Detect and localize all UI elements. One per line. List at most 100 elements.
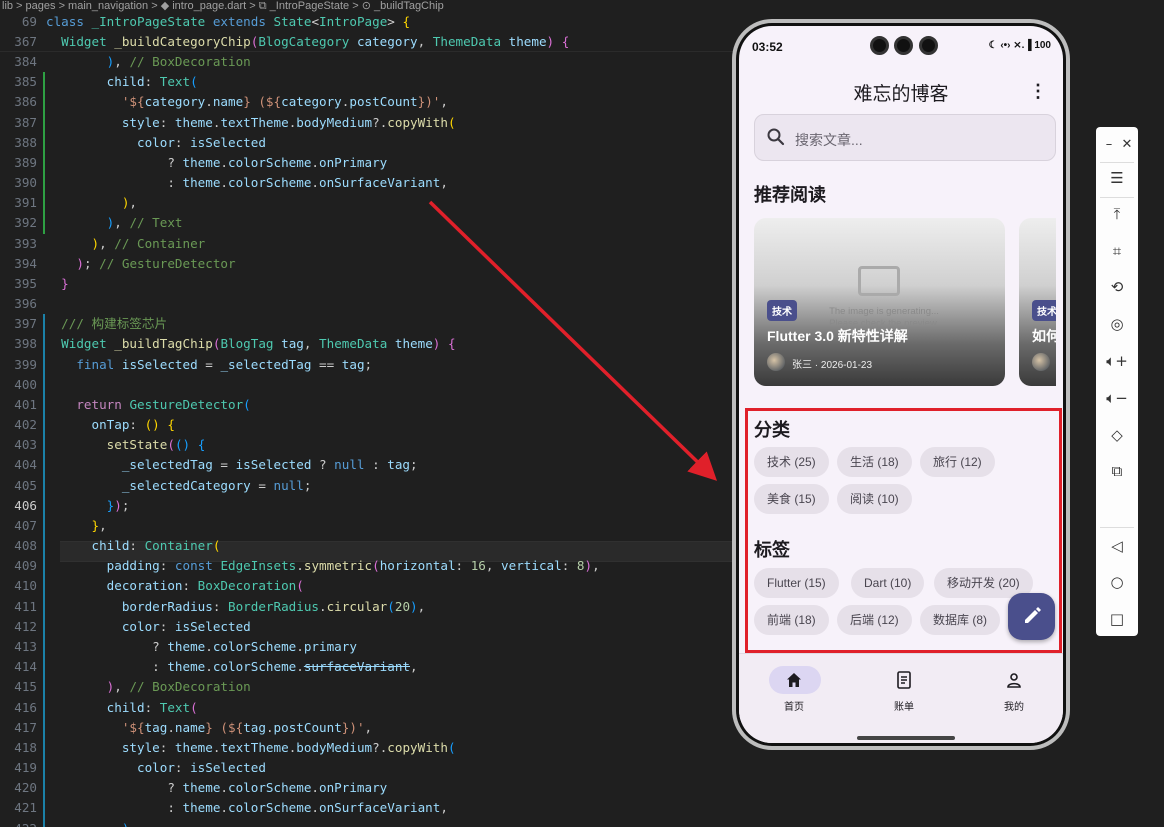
code-line[interactable]: 419 color: isSelected xyxy=(0,758,740,779)
nav-item-profile[interactable]: 我的 xyxy=(979,666,1049,713)
git-gutter-marker xyxy=(43,334,45,355)
recommended-title: 推荐阅读 xyxy=(754,185,826,205)
line-number: 403 xyxy=(14,437,37,453)
category-chip[interactable]: 旅行 (12) xyxy=(920,447,995,477)
person-icon xyxy=(979,666,1049,694)
code-line[interactable]: 398 Widget _buildTagChip(BlogTag tag, Th… xyxy=(0,334,740,355)
volume-up-icon[interactable]: 🔈︎+ xyxy=(1096,347,1138,375)
code-editor[interactable]: 384 ), // BoxDecoration 385 child: Text(3… xyxy=(0,52,740,827)
code-line[interactable]: 402 onTap: () { xyxy=(0,415,740,436)
code-line[interactable]: 389 ? theme.colorScheme.onPrimary xyxy=(0,152,740,174)
featured-carousel[interactable]: The image is generating... Please check … xyxy=(754,218,1056,388)
category-chip[interactable]: 阅读 (10) xyxy=(837,484,912,514)
code-line[interactable]: 418 style: theme.textTheme.bodyMedium?.c… xyxy=(0,737,740,759)
back-icon[interactable]: ◁ xyxy=(1096,532,1138,560)
code-line[interactable]: 391 ), xyxy=(0,193,740,214)
more-vert-icon[interactable]: ⋮ xyxy=(1029,81,1047,102)
code-line[interactable]: 385 child: Text( xyxy=(0,72,740,93)
code-text: style: theme.textTheme.bodyMedium?.copyW… xyxy=(121,739,456,755)
nav-item-bills[interactable]: 账单 xyxy=(869,666,939,713)
breadcrumb[interactable]: lib > pages > main_navigation > ◆ intro_… xyxy=(0,0,740,12)
code-line[interactable]: 400 xyxy=(0,374,740,395)
tag-chip[interactable]: Flutter (15) xyxy=(754,568,839,598)
screenshot-icon[interactable]: ◎ xyxy=(1096,310,1138,338)
code-line[interactable]: 399 final isSelected = _selectedTag == t… xyxy=(0,354,740,375)
code-text: Widget _buildCategoryChip(BlogCategory c… xyxy=(61,34,570,50)
image-placeholder-icon xyxy=(858,266,900,296)
line-number: 404 xyxy=(14,457,37,473)
code-line[interactable]: 420 ? theme.colorScheme.onPrimary xyxy=(0,778,740,799)
code-line[interactable]: 422 ), xyxy=(0,818,740,827)
code-line[interactable]: 415 ), // BoxDecoration xyxy=(0,677,740,698)
list-icon xyxy=(869,666,939,694)
code-line[interactable]: 404 _selectedTag = isSelected ? null : t… xyxy=(0,455,740,476)
category-chip[interactable]: 生活 (18) xyxy=(837,447,912,477)
code-line[interactable]: 417 '${tag.name} (${tag.postCount})', xyxy=(0,717,740,738)
code-line[interactable]: 407 }, xyxy=(0,515,740,537)
code-line[interactable]: 411 borderRadius: BorderRadius.circular(… xyxy=(0,596,740,617)
tag-chip[interactable]: Dart (10) xyxy=(851,568,925,598)
close-icon[interactable]: ✕ xyxy=(1106,130,1148,158)
category-chip[interactable]: 美食 (15) xyxy=(754,484,829,514)
git-gutter-marker xyxy=(43,778,45,799)
code-text: ), // Text xyxy=(106,215,183,231)
line-number: 389 xyxy=(14,154,37,170)
menu-icon[interactable]: ☰ xyxy=(1096,164,1138,192)
sticky-code-line[interactable]: 69 class _IntroPageState extends State<In… xyxy=(0,12,740,32)
card-author: 张三 xyxy=(792,360,812,371)
code-line[interactable]: 414 : theme.colorScheme.surfaceVariant, xyxy=(0,657,740,678)
featured-card[interactable]: 技术 如何 xyxy=(1019,218,1056,386)
category-chip[interactable]: 技术 (25) xyxy=(754,447,829,477)
line-number: 397 xyxy=(14,316,37,332)
status-bar: 03:52 ☾ ‹•› ⨯.▐ 100 xyxy=(739,26,1063,56)
featured-card[interactable]: The image is generating... Please check … xyxy=(754,218,1005,386)
card-meta: 张三 · 2026-01-23 xyxy=(792,360,873,371)
tag-chip[interactable]: 后端 (12) xyxy=(837,605,912,635)
code-text: : theme.colorScheme.onSurfaceVariant, xyxy=(46,175,448,191)
emulator-toolbar: – ✕ ☰ ⤒ ⌗ ⟲ ◎ 🔈︎+ 🔈︎− ◇ ⧉ ◁ ○ □ xyxy=(1096,127,1138,636)
volume-down-icon[interactable]: 🔈︎− xyxy=(1096,384,1138,412)
code-line[interactable]: 394 ); // GestureDetector xyxy=(0,254,740,274)
code-line[interactable]: 410 decoration: BoxDecoration( xyxy=(0,576,740,597)
crop-icon[interactable]: ⌗ xyxy=(1096,237,1138,265)
home-button-icon[interactable]: ○ xyxy=(1096,568,1138,596)
gesture-home-bar[interactable] xyxy=(857,736,955,740)
code-line[interactable]: 406 }); xyxy=(0,495,740,516)
code-line[interactable]: 384 ), // BoxDecoration xyxy=(0,52,740,72)
nav-label: 我的 xyxy=(1004,702,1024,713)
git-gutter-marker xyxy=(43,677,45,698)
code-line[interactable]: 392 ), // Text xyxy=(0,213,740,234)
code-line[interactable]: 421 : theme.colorScheme.onSurfaceVariant… xyxy=(0,798,740,819)
code-line[interactable]: 397 /// 构建标签芯片 xyxy=(0,314,740,335)
code-line[interactable]: 388 color: isSelected xyxy=(0,132,740,153)
code-line[interactable]: 408 child: Container( xyxy=(0,536,740,557)
tag-chip[interactable]: 前端 (18) xyxy=(754,605,829,635)
tag-chip[interactable]: 数据库 (8) xyxy=(920,605,1001,635)
code-line[interactable]: 387 style: theme.textTheme.bodyMedium?.c… xyxy=(0,112,740,133)
code-line[interactable]: 405 _selectedCategory = null; xyxy=(0,475,740,496)
code-line[interactable]: 412 color: isSelected xyxy=(0,616,740,637)
search-bar[interactable]: 搜索文章... xyxy=(754,114,1056,161)
code-line[interactable]: 403 setState(() { xyxy=(0,435,740,456)
code-line[interactable]: 401 return GestureDetector( xyxy=(0,394,740,416)
code-line[interactable]: 413 ? theme.colorScheme.primary xyxy=(0,636,740,658)
line-number: 367 xyxy=(14,34,37,50)
erase-icon[interactable]: ◇ xyxy=(1096,421,1138,449)
code-line[interactable]: 416 child: Text( xyxy=(0,697,740,718)
code-line[interactable]: 393 ), // Container xyxy=(0,234,740,254)
code-line[interactable]: 395 } xyxy=(0,274,740,294)
compose-fab[interactable] xyxy=(1008,593,1055,640)
code-line[interactable]: 409 padding: const EdgeInsets.symmetric(… xyxy=(0,556,740,577)
nav-item-home[interactable]: 首页 xyxy=(759,666,829,713)
code-line[interactable]: 396 xyxy=(0,294,740,314)
recents-icon[interactable]: □ xyxy=(1096,605,1138,633)
pin-top-icon[interactable]: ⤒ xyxy=(1096,200,1138,228)
code-line[interactable]: 390 : theme.colorScheme.onSurfaceVariant… xyxy=(0,173,740,194)
code-text: '${category.name} (${category.postCount}… xyxy=(121,94,448,110)
sticky-code-line[interactable]: 367 Widget _buildCategoryChip(BlogCatego… xyxy=(0,32,740,52)
code-line[interactable]: 386 '${category.name} (${category.postCo… xyxy=(0,92,740,113)
git-gutter-marker xyxy=(43,616,45,637)
rotate-icon[interactable]: ⟲ xyxy=(1096,273,1138,301)
code-text: ), // BoxDecoration xyxy=(106,679,251,695)
multi-window-icon[interactable]: ⧉ xyxy=(1096,457,1138,485)
